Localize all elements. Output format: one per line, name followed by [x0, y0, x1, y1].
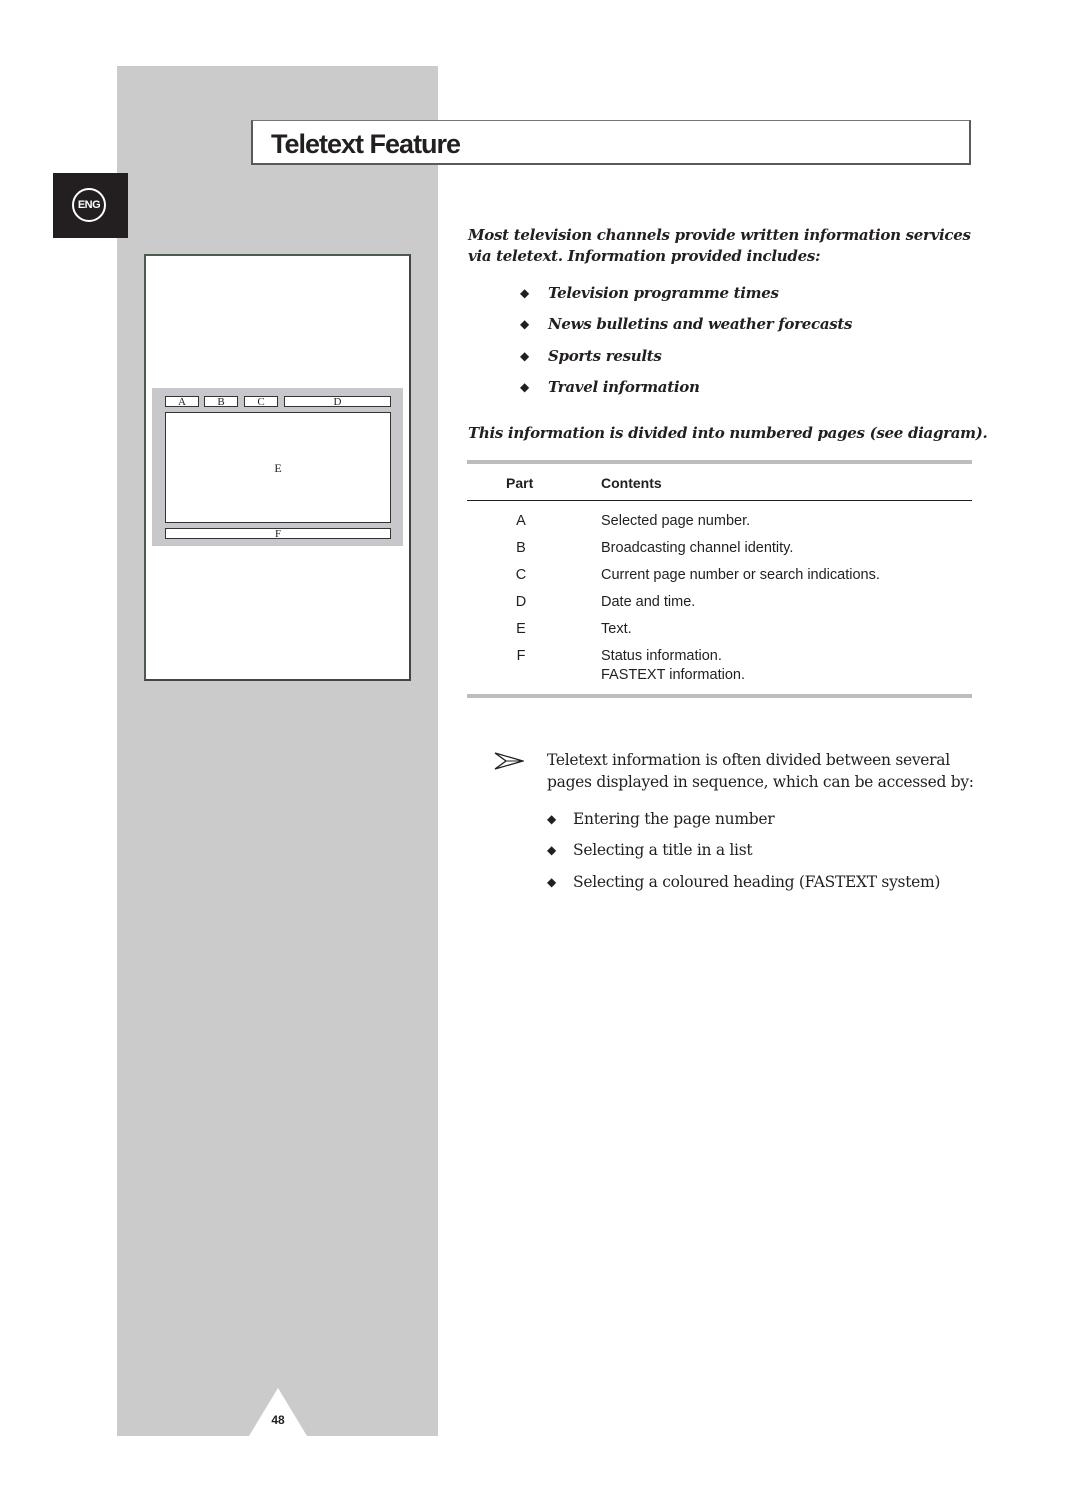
diagram-part-d: D	[284, 396, 391, 408]
list-item-text: Television programme times	[548, 283, 779, 302]
list-item: ◆ Travel information	[520, 372, 852, 404]
list-item: ◆ Entering the page number	[547, 803, 940, 835]
note-text: Teletext information is often divided be…	[547, 751, 974, 791]
page-number: 48	[271, 1413, 285, 1427]
cell-contents: Selected page number.	[601, 513, 751, 529]
diamond-bullet-icon: ◆	[520, 317, 529, 332]
table-bottom-rule	[467, 694, 972, 698]
title-box: Teletext Feature	[251, 120, 971, 165]
header-part: Part	[506, 475, 534, 491]
diamond-bullet-icon: ◆	[547, 874, 556, 889]
list-item-text: Travel information	[548, 378, 700, 397]
cell-part: F	[516, 648, 526, 664]
info-list: ◆ Television programme times ◆ News bullet…	[520, 277, 852, 403]
cell-contents: Text.	[601, 621, 632, 637]
cell-part: C	[515, 567, 527, 583]
list-item: ◆ Selecting a coloured heading (FASTEXT s…	[547, 866, 940, 898]
list-item-text: Sports results	[548, 346, 662, 365]
header-contents: Contents	[601, 475, 662, 491]
cell-part: A	[516, 513, 526, 529]
cell-contents: Date and time.	[601, 594, 696, 610]
list-item-text: Selecting a title in a list	[573, 841, 753, 860]
teletext-screen-diagram: A B C D E F	[152, 388, 403, 546]
language-tab: ENG	[53, 173, 128, 238]
cell-contents: Broadcasting channel identity.	[601, 540, 794, 556]
diamond-bullet-icon: ◆	[520, 348, 529, 363]
intro-paragraph: Most television channels provide written…	[468, 226, 971, 265]
language-badge: ENG	[72, 188, 106, 222]
diagram-part-f: F	[165, 528, 391, 540]
list-item: ◆ Sports results	[520, 340, 852, 372]
list-item: ◆ Television programme times	[520, 277, 852, 309]
cell-part: D	[515, 594, 527, 610]
diagram-part-a: A	[165, 396, 199, 408]
cell-contents: FASTEXT information.	[601, 667, 745, 683]
list-item-text: Entering the page number	[573, 809, 775, 828]
page-number-triangle	[249, 1388, 307, 1436]
diamond-bullet-icon: ◆	[520, 285, 529, 300]
cell-part: B	[516, 540, 526, 556]
divided-note: This information is divided into numbere…	[468, 424, 988, 442]
list-item-text: Selecting a coloured heading (FASTEXT sy…	[573, 872, 941, 891]
diamond-bullet-icon: ◆	[547, 843, 556, 858]
page-title: Teletext Feature	[271, 129, 461, 159]
list-item: ◆ News bulletins and weather forecasts	[520, 309, 852, 341]
list-item-text: News bulletins and weather forecasts	[548, 315, 853, 334]
diagram-part-e: E	[165, 412, 391, 523]
table-header-rule	[467, 500, 972, 501]
access-methods-list: ◆ Entering the page number ◆ Selecting a t…	[547, 803, 940, 898]
diagram-part-b: B	[204, 396, 238, 408]
list-item: ◆ Selecting a title in a list	[547, 835, 940, 867]
diagram-part-c: C	[244, 396, 278, 408]
diamond-bullet-icon: ◆	[547, 811, 556, 826]
table-top-rule	[467, 460, 972, 464]
cell-contents: Current page number or search indication…	[601, 567, 880, 583]
arrow-note-icon	[494, 752, 524, 770]
cell-contents: Status information.	[601, 648, 722, 664]
diamond-bullet-icon: ◆	[520, 380, 529, 395]
cell-part: E	[516, 621, 526, 637]
